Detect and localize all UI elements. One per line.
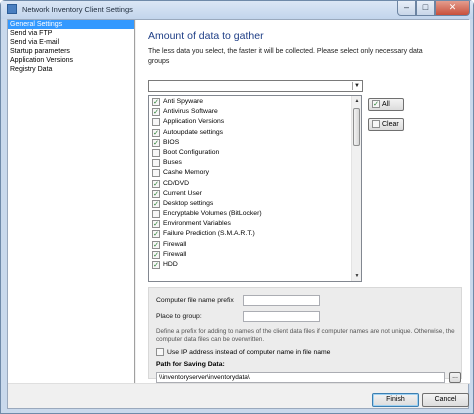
prefix-input[interactable]	[243, 295, 320, 306]
nav-item-registry-data[interactable]: Registry Data	[8, 65, 134, 74]
unchecked-checkbox-icon[interactable]	[152, 148, 160, 157]
preset-dropdown[interactable]: ▼	[148, 80, 363, 92]
cancel-button[interactable]: Cancel	[422, 393, 469, 407]
select-all-button[interactable]: ✓ All	[368, 98, 404, 111]
data-group-label: Failure Prediction (S.M.A.R.T.)	[163, 230, 255, 238]
data-group-label: BIOS	[163, 138, 180, 146]
checked-checkbox-icon[interactable]: ✓	[152, 179, 160, 188]
data-group-item[interactable]: ✓ CD/DVD	[149, 179, 349, 189]
checked-checkbox-icon[interactable]: ✓	[152, 98, 160, 106]
nav-item-send-via-ftp[interactable]: Send via FTP	[8, 29, 134, 38]
data-group-item[interactable]: Boot Configuration	[149, 148, 349, 158]
group-input[interactable]	[243, 311, 320, 322]
checked-checkbox-icon[interactable]: ✓	[152, 230, 160, 239]
general-settings-panel: Amount of data to gather The less data y…	[136, 20, 470, 383]
data-group-item[interactable]: ✓ Desktop settings	[149, 199, 349, 209]
path-input[interactable]: \\inventoryserver\inventorydata\	[156, 372, 445, 383]
scroll-down-icon[interactable]: ▼	[352, 271, 361, 281]
clear-label: Clear	[382, 121, 399, 128]
checklist-scrollbar[interactable]: ▲ ▼	[351, 96, 361, 281]
use-ip-label: Use IP address instead of computer name …	[167, 348, 331, 356]
checked-checkbox-icon[interactable]: ✓	[152, 220, 160, 229]
nav-item-send-via-email[interactable]: Send via E-mail	[8, 38, 134, 47]
chevron-down-icon[interactable]: ▼	[352, 82, 361, 90]
checked-checkbox-icon[interactable]: ✓	[152, 250, 160, 259]
data-group-item[interactable]: Application Versions	[149, 117, 349, 127]
path-label: Path for Saving Data:	[156, 361, 225, 368]
unchecked-checkbox-icon[interactable]	[152, 159, 160, 168]
checked-checkbox-icon[interactable]: ✓	[152, 128, 160, 137]
maximize-button[interactable]: □	[416, 1, 435, 16]
settings-window: Network Inventory Client Settings – □ ✕ …	[0, 0, 474, 414]
dialog-body: General Settings Send via FTP Send via E…	[7, 19, 470, 409]
footer-divider	[8, 383, 470, 384]
checked-checkbox-icon[interactable]: ✓	[152, 108, 160, 117]
empty-checkbox-icon	[372, 120, 380, 129]
data-group-label: Boot Configuration	[163, 148, 220, 156]
data-group-label: Cashe Memory	[163, 169, 210, 177]
data-group-item[interactable]: ✓ Environment Variables	[149, 219, 349, 229]
data-group-label: Autoupdate settings	[163, 128, 224, 136]
data-group-item[interactable]: ✓ Autoupdate settings	[149, 128, 349, 138]
data-groups-checklist[interactable]: ✓ Anti Spyware ✓ Antivirus Software Applicat…	[148, 95, 362, 282]
checked-checkbox-icon[interactable]: ✓	[152, 240, 160, 249]
scroll-up-icon[interactable]: ▲	[352, 96, 361, 106]
select-all-label: All	[382, 101, 390, 108]
unchecked-checkbox-icon[interactable]	[152, 169, 160, 178]
section-heading: Amount of data to gather	[148, 30, 264, 42]
use-ip-checkbox[interactable]: Use IP address instead of computer name …	[156, 348, 330, 356]
data-groups-items: ✓ Anti Spyware ✓ Antivirus Software Applicat…	[149, 97, 349, 270]
nav-item-startup-parameters[interactable]: Startup parameters	[8, 47, 134, 56]
use-ip-checkbox-box[interactable]	[156, 348, 164, 356]
data-group-label: Firewall	[163, 250, 187, 258]
checked-checkbox-icon[interactable]: ✓	[152, 138, 160, 147]
section-description: The less data you select, the faster it …	[148, 48, 423, 65]
finish-button[interactable]: Finish	[372, 393, 419, 407]
browse-button[interactable]: ...	[449, 372, 461, 383]
data-group-item[interactable]: ✓ Current User	[149, 189, 349, 199]
group-label: Place to group:	[156, 313, 202, 320]
scrollbar-thumb[interactable]	[353, 108, 360, 146]
data-group-item[interactable]: ✓ Failure Prediction (S.M.A.R.T.)	[149, 229, 349, 239]
close-button[interactable]: ✕	[435, 1, 470, 16]
window-title: Network Inventory Client Settings	[22, 5, 133, 14]
data-group-item[interactable]: ✓ BIOS	[149, 138, 349, 148]
prefix-hint: Define a prefix for adding to names of t…	[156, 328, 455, 344]
checkmark-icon: ✓	[372, 100, 380, 109]
data-group-item[interactable]: ✓ Firewall	[149, 250, 349, 260]
unchecked-checkbox-icon[interactable]	[152, 118, 160, 127]
app-icon	[7, 4, 17, 14]
checked-checkbox-icon[interactable]: ✓	[152, 199, 160, 208]
unchecked-checkbox-icon[interactable]	[152, 210, 160, 219]
data-group-item[interactable]: Encryptable Volumes (BitLocker)	[149, 209, 349, 219]
data-group-item[interactable]: ✓ Anti Spyware	[149, 97, 349, 107]
nav-item-general-settings[interactable]: General Settings	[8, 20, 134, 29]
file-options-group: Computer file name prefix Place to group…	[148, 287, 462, 383]
data-group-label: CD/DVD	[163, 179, 190, 187]
data-group-label: Buses	[163, 159, 182, 167]
data-group-label: HDD	[163, 261, 178, 268]
checked-checkbox-icon[interactable]: ✓	[152, 261, 160, 269]
nav-item-application-versions[interactable]: Application Versions	[8, 56, 134, 65]
checked-checkbox-icon[interactable]: ✓	[152, 189, 160, 198]
data-group-item[interactable]: ✓ Firewall	[149, 240, 349, 250]
data-group-item[interactable]: ✓ Antivirus Software	[149, 107, 349, 117]
data-group-label: Anti Spyware	[163, 98, 204, 105]
data-group-label: Application Versions	[163, 118, 225, 126]
data-group-item[interactable]: Cashe Memory	[149, 168, 349, 178]
data-group-label: Current User	[163, 189, 202, 197]
data-group-label: Antivirus Software	[163, 108, 218, 116]
title-bar[interactable]: Network Inventory Client Settings – □ ✕	[1, 1, 473, 19]
data-group-label: Desktop settings	[163, 199, 214, 207]
data-group-item[interactable]: ✓ HDD	[149, 260, 349, 270]
prefix-label: Computer file name prefix	[156, 297, 234, 304]
data-group-label: Firewall	[163, 240, 187, 248]
clear-button[interactable]: Clear	[368, 118, 404, 131]
data-group-item[interactable]: Buses	[149, 158, 349, 168]
minimize-button[interactable]: –	[397, 1, 416, 16]
data-group-label: Environment Variables	[163, 220, 231, 228]
settings-nav-list: General Settings Send via FTP Send via E…	[8, 20, 135, 383]
data-group-label: Encryptable Volumes (BitLocker)	[163, 210, 262, 218]
